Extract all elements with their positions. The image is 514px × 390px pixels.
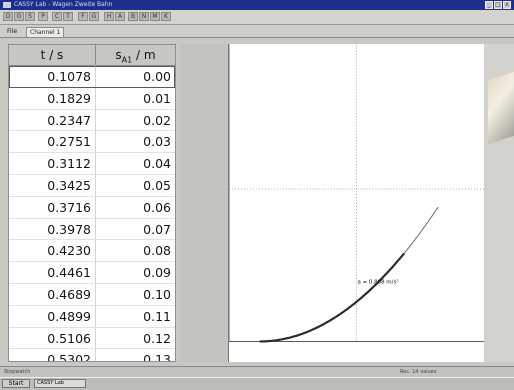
distance-cell[interactable]: 0.03 [95,131,171,152]
record-icon[interactable]: A [115,12,125,21]
tab-file[interactable]: File [4,27,20,37]
table-row[interactable]: 0.4230 0.08 [9,240,175,263]
table-header: t / s sA1 / m [9,45,175,66]
distance-time-plot[interactable]: a = 0.888 m/s² [228,44,484,362]
table-row[interactable]: 0.3112 0.04 [9,153,175,175]
marker-icon[interactable]: M [150,12,160,21]
plot-axes [229,44,484,342]
column-header-distance-subscript: A1 [121,55,133,65]
table-row[interactable]: 0.2347 0.02 [9,110,175,132]
settings-icon[interactable]: K [161,12,171,21]
time-cell[interactable]: 0.1078 [9,66,91,87]
table-row[interactable]: 0.3716 0.06 [9,197,175,219]
status-left: Stopwatch [4,369,31,375]
table-row[interactable]: 0.1829 0.01 [9,88,175,110]
time-cell[interactable]: 0.3716 [9,197,91,218]
new-file-icon[interactable]: D [3,12,13,21]
zoom-icon[interactable]: N [139,12,149,21]
table-row[interactable]: 0.5302 0.13 [9,349,175,361]
window-title-bar: CASSY Lab - Wagen Zweite Bahn _ □ x [0,0,514,10]
open-file-icon[interactable]: O [14,12,24,21]
table-row[interactable]: 0.2751 0.03 [9,131,175,154]
start-button[interactable]: Start [2,379,30,388]
formula-icon[interactable]: F [78,12,88,21]
graph-icon[interactable]: G [89,12,99,21]
print-icon[interactable]: P [38,12,48,21]
column-header-distance[interactable]: sA1 / m [95,45,175,65]
table-row[interactable]: 0.1078 0.00 [9,66,175,88]
time-cell[interactable]: 0.3425 [9,175,91,196]
time-cell[interactable]: 0.5106 [9,328,91,349]
table-row[interactable]: 0.4899 0.11 [9,306,175,328]
distance-cell[interactable]: 0.13 [95,349,171,361]
status-bar: Stopwatch Rec. 14 values [0,366,514,377]
time-cell[interactable]: 0.1829 [9,88,91,109]
column-header-time[interactable]: t / s [9,45,95,65]
time-cell[interactable]: 0.4230 [9,240,91,261]
distance-cell[interactable]: 0.05 [95,175,171,196]
data-series-line [259,252,405,343]
time-cell[interactable]: 0.3978 [9,219,91,240]
time-cell[interactable]: 0.5302 [9,349,91,361]
window-controls: _ □ x [485,1,511,9]
taskbar: Start CASSY Lab [0,377,514,390]
table-body: 0.1078 0.00 0.1829 0.01 0.2347 0.02 0.2751 0.03… [9,66,175,361]
tab-divider [0,37,514,38]
column-header-distance-unit: / m [132,48,156,62]
minimize-button[interactable]: _ [485,1,493,9]
table-row[interactable]: 0.3978 0.07 [9,219,175,241]
table-row[interactable]: 0.4461 0.09 [9,262,175,284]
taskbar-item-cassy[interactable]: CASSY Lab [34,379,86,388]
distance-cell[interactable]: 0.04 [95,153,171,174]
acceleration-annotation: a = 0.888 m/s² [357,279,398,286]
distance-cell[interactable]: 0.01 [95,88,171,109]
time-cell[interactable]: 0.2347 [9,110,91,131]
distance-cell[interactable]: 0.07 [95,219,171,240]
time-cell[interactable]: 0.2751 [9,131,91,152]
table-row[interactable]: 0.5106 0.12 [9,328,175,350]
distance-cell[interactable]: 0.11 [95,306,171,327]
distance-cell[interactable]: 0.02 [95,110,171,131]
status-right: Rec. 14 values [400,369,437,375]
distance-cell[interactable]: 0.08 [95,240,171,261]
measurement-table: t / s sA1 / m 0.1078 0.00 0.1829 0.01 0.2347… [8,44,176,362]
table-icon[interactable]: T [63,12,73,21]
time-cell[interactable]: 0.4461 [9,262,91,283]
parabola-fit-line [259,206,439,342]
distance-cell[interactable]: 0.12 [95,328,171,349]
measure-icon[interactable]: B [128,12,138,21]
plot-grid [229,44,484,342]
close-button[interactable]: x [503,1,511,9]
app-icon [3,2,11,8]
table-row[interactable]: 0.3425 0.05 [9,175,175,197]
distance-cell[interactable]: 0.06 [95,197,171,218]
table-row[interactable]: 0.4689 0.10 [9,284,175,306]
copy-icon[interactable]: C [52,12,62,21]
apparatus-image [488,71,514,145]
window-title: CASSY Lab - Wagen Zweite Bahn [14,1,113,8]
distance-cell[interactable]: 0.09 [95,262,171,283]
chart-axis-panel [180,44,228,362]
time-cell[interactable]: 0.3112 [9,153,91,174]
tab-channel-1[interactable]: Channel 1 [26,27,65,37]
maximize-button[interactable]: □ [494,1,502,9]
toolbar: D O S P C T F G H A B N M K [0,10,514,25]
save-file-icon[interactable]: S [25,12,35,21]
distance-cell[interactable]: 0.00 [95,66,171,87]
time-cell[interactable]: 0.4899 [9,306,91,327]
help-icon[interactable]: H [104,12,114,21]
distance-cell[interactable]: 0.10 [95,284,171,305]
time-cell[interactable]: 0.4689 [9,284,91,305]
